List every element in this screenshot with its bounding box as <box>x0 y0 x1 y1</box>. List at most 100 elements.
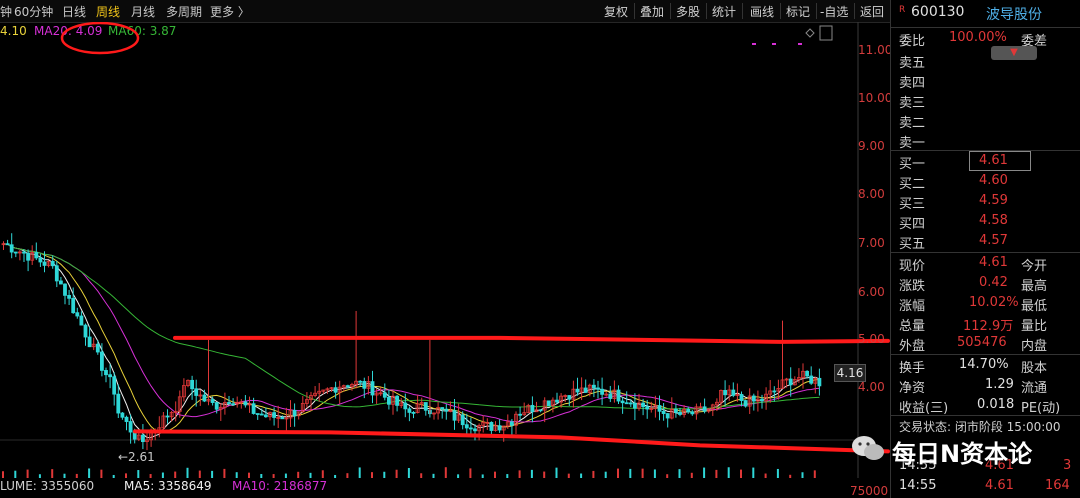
fund-row: 收益(三) 0.018 PE(动) <box>891 395 1080 416</box>
candle-body <box>87 336 92 348</box>
candle-body <box>555 399 559 403</box>
stats-button[interactable]: 统计 <box>712 3 736 20</box>
candle-body <box>661 410 666 414</box>
buy2-row[interactable]: 买二 4.60 <box>891 171 1080 192</box>
candle-body <box>440 407 445 410</box>
candle-body <box>108 374 112 378</box>
draw-line-button[interactable]: 画线 <box>750 3 774 20</box>
volume-bar <box>63 473 66 478</box>
period-more[interactable]: 更多 〉 <box>210 3 250 20</box>
candle-body <box>596 387 600 390</box>
candle-body <box>760 398 764 402</box>
volume-bar <box>297 471 300 478</box>
candle-body <box>26 252 31 261</box>
candle-body <box>538 409 543 412</box>
outer-label: 外盘 <box>899 339 926 354</box>
candle-body <box>723 389 727 396</box>
candle-body <box>616 389 621 402</box>
volume-bar <box>334 474 337 478</box>
candle-body <box>460 414 465 426</box>
buy1-row[interactable]: 买一 4.61 <box>891 151 1080 172</box>
adjust-button[interactable]: 复权 <box>604 3 628 20</box>
watchlist-button[interactable]: -自选 <box>820 3 848 20</box>
candle-body <box>608 393 613 399</box>
wechat-icon <box>852 436 884 460</box>
candle-body <box>423 402 428 411</box>
net-assets-value: 1.29 <box>985 377 1014 392</box>
period-monthly[interactable]: 月线 <box>131 3 155 20</box>
period-daily[interactable]: 日线 <box>62 3 86 20</box>
candle-body <box>497 425 502 431</box>
sell1-row: 卖一 <box>891 130 1080 151</box>
volume-bar <box>161 472 164 478</box>
inner-label: 内盘 <box>1021 339 1048 354</box>
candle-body <box>116 393 121 414</box>
buy3-row[interactable]: 买三 4.59 <box>891 191 1080 212</box>
volume-label: 总量 <box>899 319 926 334</box>
volume-bar <box>629 468 632 478</box>
candle-body <box>34 252 39 259</box>
stock-name[interactable]: 波导股份 <box>986 4 1042 24</box>
candle-body <box>292 409 297 417</box>
candle-body <box>140 434 145 443</box>
candle-body <box>22 251 26 254</box>
volume-bar <box>457 474 460 478</box>
quote-panel: R 600130 波导股份 委比 100.00% 委差 ▼ 卖五 卖四 卖三 卖… <box>890 0 1080 498</box>
quote-row: 现价 4.61 今开 <box>891 253 1080 274</box>
sell5-row: 卖五 <box>891 50 1080 71</box>
expand-icon <box>819 25 833 41</box>
multi-stock-button[interactable]: 多股 <box>676 3 700 20</box>
candle-body <box>686 409 691 413</box>
volume-bar <box>100 469 103 478</box>
buy2-label: 买二 <box>899 177 926 192</box>
price-value: 4.61 <box>979 255 1008 270</box>
candle-body <box>403 402 408 410</box>
candle-body <box>71 297 76 314</box>
outer-value: 505476 <box>957 335 1007 350</box>
volume-bar <box>543 471 546 478</box>
volume-bar <box>407 468 410 478</box>
candle-body <box>628 402 633 405</box>
period-multi[interactable]: 多周期 <box>166 3 202 20</box>
chart-toolbar: 复权 叠加 多股 统计 画线 标记 -自选 返回 <box>598 0 890 23</box>
buy4-row[interactable]: 买四 4.58 <box>891 211 1080 232</box>
volume-ratio-label: 量比 <box>1021 319 1048 334</box>
candle-body <box>444 408 449 412</box>
mark-button[interactable]: 标记 <box>786 3 810 20</box>
candle-body <box>63 283 67 296</box>
high-label: 最高 <box>1021 279 1048 294</box>
back-button[interactable]: 返回 <box>860 3 884 20</box>
candle-body <box>464 424 469 429</box>
quote-row: 涨跌 0.42 最高 <box>891 273 1080 294</box>
y-tick: 11.00 <box>858 43 893 57</box>
candle-body <box>592 384 596 389</box>
buy4-price: 4.58 <box>979 213 1008 228</box>
candle-body <box>79 315 84 326</box>
candle-body <box>407 408 412 413</box>
period-60min[interactable]: 60分钟 <box>14 3 53 20</box>
period-minute[interactable]: 钟 <box>0 3 12 20</box>
candle-body <box>50 260 55 267</box>
float-label: 流通 <box>1021 381 1048 396</box>
candle-body <box>370 381 375 396</box>
change-label: 涨跌 <box>899 279 926 294</box>
overlay-button[interactable]: 叠加 <box>640 3 664 20</box>
kline-chart[interactable] <box>0 22 890 478</box>
pe-label: PE(动) <box>1021 401 1061 416</box>
net-assets-label: 净资 <box>899 381 926 396</box>
candle-body <box>633 402 637 409</box>
buy1-price: 4.61 <box>979 153 1008 168</box>
candle-body <box>567 395 572 400</box>
volume-bar <box>358 467 361 478</box>
period-weekly[interactable]: 周线 <box>96 3 120 20</box>
candle-body <box>83 324 88 338</box>
candle-body <box>473 428 477 432</box>
candle-body <box>509 421 514 426</box>
buy5-row[interactable]: 买五 4.57 <box>891 231 1080 252</box>
volume-bar <box>2 471 4 478</box>
sell5-label: 卖五 <box>899 56 926 71</box>
y-tick: 9.00 <box>858 139 885 153</box>
candle-body <box>190 379 195 390</box>
volume-bar <box>653 469 656 478</box>
stock-code[interactable]: 600130 <box>911 4 964 20</box>
